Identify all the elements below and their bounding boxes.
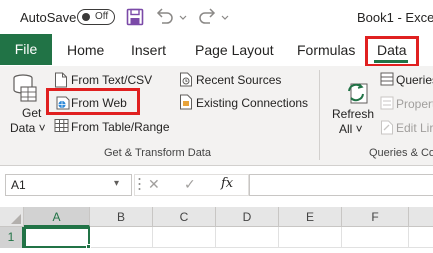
enter-checkmark-icon[interactable]: ✓: [184, 176, 196, 193]
tab-home[interactable]: Home: [67, 34, 104, 66]
cell-e1[interactable]: [279, 227, 342, 248]
group-label-get-transform: Get & Transform Data: [104, 147, 211, 159]
get-data-label[interactable]: Get: [22, 106, 41, 120]
toggle-knob: [82, 13, 90, 21]
redo-icon[interactable]: [196, 7, 218, 27]
row-header-1[interactable]: 1: [0, 227, 24, 248]
formula-input[interactable]: [249, 174, 433, 196]
fill-handle[interactable]: [86, 244, 91, 249]
from-table-range-button[interactable]: From Table/Range: [71, 120, 170, 134]
get-data-icon[interactable]: [12, 72, 38, 106]
cancel-entry-icon[interactable]: ✕: [148, 176, 160, 193]
cell-d1[interactable]: [216, 227, 279, 248]
highlight-box-data-tab: [365, 36, 419, 67]
cell-a1[interactable]: [24, 227, 90, 248]
recent-sources-button[interactable]: Recent Sources: [196, 73, 281, 87]
column-header-e[interactable]: E: [279, 207, 342, 227]
column-header-f[interactable]: F: [342, 207, 409, 227]
save-icon[interactable]: [126, 8, 144, 26]
column-header-b[interactable]: B: [90, 207, 153, 227]
text-file-icon: [54, 72, 68, 88]
refresh-all-label[interactable]: Refresh: [332, 107, 374, 121]
group-separator: [319, 70, 320, 160]
column-header-d[interactable]: D: [216, 207, 279, 227]
select-all-triangle-icon: [11, 214, 21, 224]
autosave-state: Off: [95, 11, 109, 22]
undo-dropdown-icon[interactable]: [178, 8, 188, 26]
get-data-dropdown-label[interactable]: Data ˅: [10, 121, 46, 135]
queries-connections-button[interactable]: Queries: [396, 73, 433, 87]
name-box-value: A1: [11, 178, 26, 192]
autosave-label: AutoSave: [20, 10, 77, 25]
highlight-box-from-web: [46, 88, 140, 115]
refresh-icon[interactable]: [345, 80, 371, 106]
tab-formulas[interactable]: Formulas: [297, 34, 355, 66]
column-header-c[interactable]: C: [153, 207, 216, 227]
column-header-a[interactable]: A: [24, 207, 90, 227]
tab-file[interactable]: File: [0, 34, 52, 65]
existing-connections-icon: [179, 94, 193, 110]
cell-g1[interactable]: [409, 227, 433, 248]
vertical-dots-icon[interactable]: [138, 176, 141, 192]
recent-sources-icon: [179, 72, 193, 87]
edit-links-icon: [380, 120, 394, 135]
cell-f1[interactable]: [342, 227, 409, 248]
redo-dropdown-icon[interactable]: [220, 8, 230, 26]
column-header-next[interactable]: [409, 207, 433, 227]
table-icon: [54, 118, 69, 132]
insert-function-icon[interactable]: fx: [221, 176, 233, 191]
group-label-queries-connections: Queries & Co: [369, 147, 433, 159]
existing-connections-button[interactable]: Existing Connections: [196, 96, 308, 110]
name-box-dropdown-icon[interactable]: ▾: [114, 178, 119, 189]
document-title: Book1 - Exce: [357, 10, 433, 25]
undo-icon[interactable]: [154, 7, 176, 27]
refresh-all-dropdown-label[interactable]: All ˅: [339, 122, 363, 136]
tab-insert[interactable]: Insert: [131, 34, 166, 66]
queries-connections-icon: [380, 72, 394, 86]
cell-c1[interactable]: [153, 227, 216, 248]
properties-button[interactable]: Propert: [396, 97, 433, 111]
cell-b1[interactable]: [90, 227, 153, 248]
properties-icon: [380, 96, 394, 110]
edit-links-button[interactable]: Edit Lir: [396, 121, 433, 135]
autosave-toggle[interactable]: Off: [77, 9, 115, 25]
from-text-csv-button[interactable]: From Text/CSV: [71, 73, 152, 87]
tab-page-layout[interactable]: Page Layout: [195, 34, 274, 66]
